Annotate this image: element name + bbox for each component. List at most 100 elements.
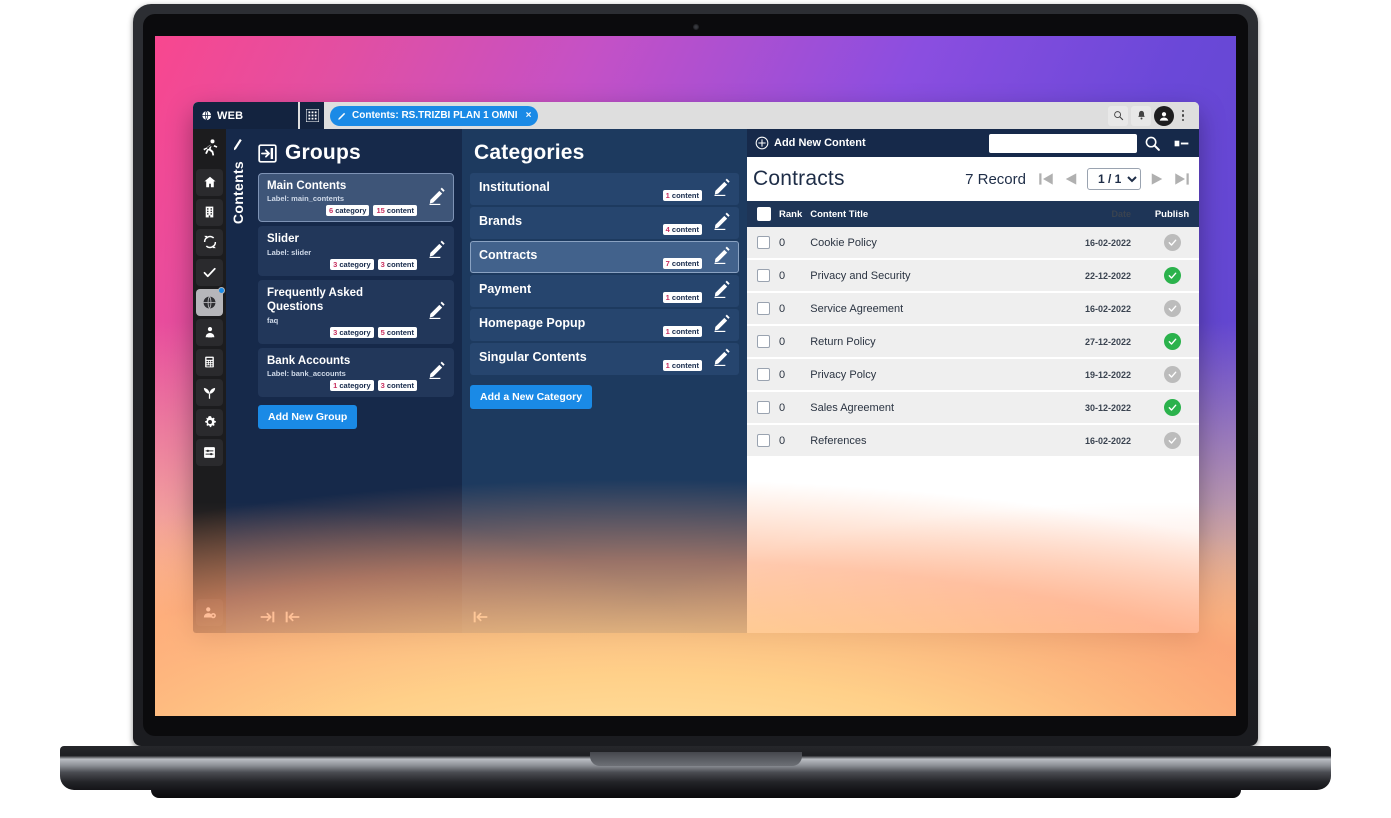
edit-category-button[interactable] xyxy=(712,177,732,202)
search-icon[interactable] xyxy=(1144,135,1161,152)
web-button[interactable]: WEB xyxy=(193,102,298,129)
groups-header: Groups xyxy=(258,129,454,173)
next-page-button[interactable] xyxy=(1148,170,1166,188)
kebab-menu-icon[interactable] xyxy=(1177,109,1189,122)
sidebar-item-home[interactable] xyxy=(196,168,223,196)
sidebar-item-approvals[interactable] xyxy=(196,258,223,286)
group-category-badge: 6 category xyxy=(325,205,370,217)
add-new-category-button[interactable]: Add a New Category xyxy=(470,385,593,409)
group-item[interactable]: Slider Label: slider 3 category 3 conten… xyxy=(258,226,454,276)
content-table-wrap: Rank Content Title Date Publish 0 Cookie… xyxy=(747,201,1199,633)
table-row[interactable]: 0 Service Agreement 16-02-2022 xyxy=(747,292,1199,326)
content-title-row: Contracts 7 Record 1 / 1 xyxy=(747,157,1199,201)
edit-group-button[interactable] xyxy=(427,239,447,264)
first-page-button[interactable] xyxy=(1037,170,1055,188)
group-item[interactable]: Frequently Asked Questions faq 3 categor… xyxy=(258,279,454,344)
user-settings-icon xyxy=(203,606,216,618)
row-checkbox[interactable] xyxy=(757,368,770,381)
prev-page-button[interactable] xyxy=(1062,170,1080,188)
category-item[interactable]: Contracts 7 content xyxy=(470,241,739,273)
groups-list: Main Contents Label: main_contents 6 cat… xyxy=(258,173,454,397)
status-badge[interactable] xyxy=(1163,333,1181,350)
sidebar-item-web[interactable] xyxy=(196,286,225,316)
select-all-checkbox[interactable] xyxy=(757,207,771,221)
select-all-header xyxy=(747,201,775,227)
status-badge[interactable] xyxy=(1163,300,1181,317)
grid-apps-button[interactable] xyxy=(300,102,324,129)
running-person-logo-icon xyxy=(202,139,217,156)
edit-group-button[interactable] xyxy=(427,185,447,210)
status-badge[interactable] xyxy=(1163,399,1181,416)
status-badge[interactable] xyxy=(1163,432,1181,449)
sidebar-item-sync[interactable] xyxy=(196,228,223,256)
edit-group-button[interactable] xyxy=(427,360,447,385)
panel-collapse-in-icon[interactable] xyxy=(258,143,277,163)
browser-search-button[interactable] xyxy=(1108,105,1128,126)
row-checkbox[interactable] xyxy=(757,236,770,249)
row-rank: 0 xyxy=(775,424,807,458)
row-checkbox[interactable] xyxy=(757,401,770,414)
category-item[interactable]: Brands 4 content xyxy=(470,207,739,239)
table-row[interactable]: 0 References 16-02-2022 xyxy=(747,424,1199,458)
edit-category-button[interactable] xyxy=(712,211,732,236)
row-checkbox[interactable] xyxy=(757,269,770,282)
notifications-button[interactable] xyxy=(1131,105,1151,126)
pencil-icon[interactable] xyxy=(230,136,247,153)
globe-icon xyxy=(201,110,212,121)
avatar[interactable] xyxy=(1154,105,1174,126)
last-page-button[interactable] xyxy=(1173,170,1191,188)
desktop-wallpaper: WEB Contents: RS.TRIZBI PLAN 1 OMNI × Co… xyxy=(155,36,1236,716)
category-item[interactable]: Institutional 1 content xyxy=(470,173,739,205)
edit-category-button[interactable] xyxy=(712,347,732,372)
row-select-cell xyxy=(747,227,775,260)
status-badge[interactable] xyxy=(1163,267,1181,284)
sidebar-item-accounting[interactable] xyxy=(196,348,223,376)
sidebar-item-settings[interactable] xyxy=(196,408,223,436)
pencil-icon xyxy=(338,112,346,120)
table-body: 0 Cookie Policy 16-02-2022 0 Privacy and… xyxy=(747,227,1199,458)
status-badge[interactable] xyxy=(1163,234,1181,251)
table-header: Rank Content Title Date Publish xyxy=(747,201,1199,227)
add-new-content-button[interactable]: Add New Content xyxy=(755,136,866,150)
edit-group-button[interactable] xyxy=(427,299,447,324)
row-publish-cell xyxy=(1145,424,1199,458)
sidebar-item-users[interactable] xyxy=(196,318,223,346)
category-item[interactable]: Homepage Popup 1 content xyxy=(470,309,739,341)
row-checkbox[interactable] xyxy=(757,434,770,447)
table-row[interactable]: 0 Cookie Policy 16-02-2022 xyxy=(747,227,1199,260)
arrow-right-to-bar-icon[interactable] xyxy=(260,609,276,625)
group-item[interactable]: Main Contents Label: main_contents 6 cat… xyxy=(258,173,454,223)
sprout-icon xyxy=(203,387,216,399)
edit-category-button[interactable] xyxy=(712,279,732,304)
table-row[interactable]: 0 Privacy Polcy 19-12-2022 xyxy=(747,358,1199,392)
close-icon[interactable]: × xyxy=(526,110,532,121)
search-input[interactable] xyxy=(989,133,1137,153)
arrow-left-to-bar-icon[interactable] xyxy=(284,609,300,625)
page-select[interactable]: 1 / 1 xyxy=(1087,168,1141,190)
app-logo-icon[interactable] xyxy=(196,133,224,163)
row-date: 19-12-2022 xyxy=(1055,358,1145,392)
panel-collapse-icon[interactable] xyxy=(1174,137,1189,150)
sidebar-item-tools[interactable] xyxy=(196,438,223,466)
browser-tab-contents[interactable]: Contents: RS.TRIZBI PLAN 1 OMNI × xyxy=(330,105,539,126)
edit-category-button[interactable] xyxy=(712,245,732,270)
row-checkbox[interactable] xyxy=(757,302,770,315)
edit-category-button[interactable] xyxy=(712,313,732,338)
sidebar-item-growth[interactable] xyxy=(196,378,223,406)
category-item[interactable]: Payment 1 content xyxy=(470,275,739,307)
table-row[interactable]: 0 Sales Agreement 30-12-2022 xyxy=(747,391,1199,425)
row-checkbox[interactable] xyxy=(757,335,770,348)
user-settings-button[interactable] xyxy=(196,598,223,626)
table-row[interactable]: 0 Return Policy 27-12-2022 xyxy=(747,325,1199,359)
row-rank: 0 xyxy=(775,325,807,359)
group-name: Frequently Asked Questions xyxy=(267,286,364,314)
add-new-group-button[interactable]: Add New Group xyxy=(258,404,358,429)
row-publish-cell xyxy=(1145,358,1199,392)
categories-list: Institutional 1 content Brands 4 content… xyxy=(470,173,739,377)
sidebar-item-company[interactable] xyxy=(196,198,223,226)
category-item[interactable]: Singular Contents 1 content xyxy=(470,343,739,375)
arrow-left-to-bar-icon[interactable] xyxy=(472,609,488,625)
table-row[interactable]: 0 Privacy and Security 22-12-2022 xyxy=(747,259,1199,293)
group-item[interactable]: Bank Accounts Label: bank_accounts 1 cat… xyxy=(258,347,454,397)
status-badge[interactable] xyxy=(1163,366,1181,383)
